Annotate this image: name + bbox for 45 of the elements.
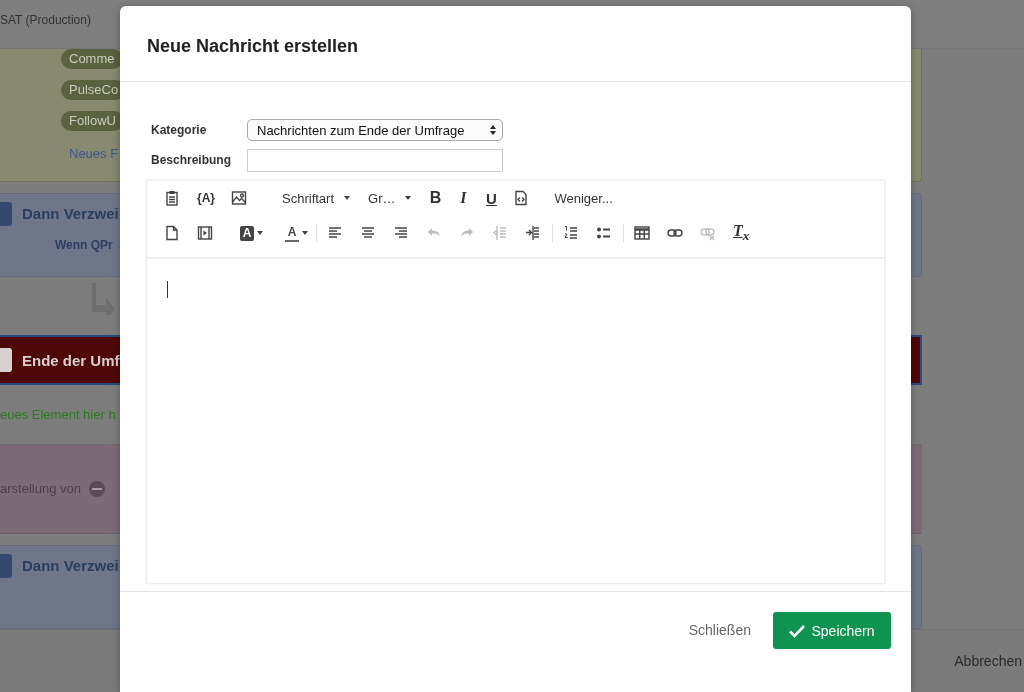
block-icon <box>0 348 12 373</box>
caret-icon <box>405 196 412 200</box>
block-title: Dann Verzwei <box>22 205 119 223</box>
field-tag[interactable]: Comme <box>61 49 123 70</box>
clipboard-icon[interactable] <box>164 190 180 206</box>
numbered-list-icon[interactable] <box>563 225 579 241</box>
remove-icon[interactable] <box>88 480 105 497</box>
close-button[interactable]: Schließen <box>688 622 751 638</box>
font-dropdown[interactable]: Gr… <box>368 190 412 206</box>
less-button[interactable]: Weniger... <box>554 190 613 206</box>
caret-icon <box>302 231 308 235</box>
indent-icon[interactable] <box>525 225 541 241</box>
underline-button[interactable]: U <box>485 189 498 207</box>
align-left-icon[interactable] <box>327 225 343 241</box>
align-center-icon[interactable] <box>360 225 376 241</box>
align-right-icon[interactable] <box>393 225 409 241</box>
video-icon[interactable] <box>197 225 213 241</box>
source-code-icon[interactable] <box>513 190 530 206</box>
drop-hint: eues Element hier h <box>0 407 116 423</box>
block-title: Ende der Umf <box>22 351 120 369</box>
check-icon <box>789 623 806 638</box>
placeholder-button[interactable]: {A} <box>197 191 215 205</box>
block-title: Dann Verzwei <box>22 557 119 575</box>
italic-button[interactable]: I <box>457 189 470 207</box>
field-label: Kategorie <box>151 123 208 137</box>
bullet-list-icon[interactable] <box>596 225 612 241</box>
select-arrows-icon <box>489 124 497 136</box>
text-color-button[interactable]: A <box>285 224 308 242</box>
clear-format-button[interactable]: T$_{x}$ <box>733 221 750 245</box>
caret-icon <box>344 196 351 200</box>
page-title: SAT (Production) <box>0 13 91 27</box>
text-cursor <box>167 281 168 298</box>
page-icon[interactable] <box>164 225 180 241</box>
save-button[interactable]: Speichern <box>773 612 891 649</box>
bold-button[interactable]: B <box>429 189 442 207</box>
caret-icon <box>257 231 263 235</box>
field-label: Beschreibung <box>151 153 232 167</box>
block-icon <box>0 201 12 226</box>
font-dropdown[interactable]: Schriftart <box>282 190 351 206</box>
image-icon[interactable] <box>231 190 247 206</box>
description-field[interactable] <box>247 148 503 172</box>
block-icon <box>0 554 12 578</box>
table-icon[interactable] <box>634 225 650 241</box>
dialog-title: Neue Nachricht erstellen <box>147 36 359 56</box>
category-select[interactable]: Nachrichten zum Ende der Umfrage <box>247 119 503 141</box>
